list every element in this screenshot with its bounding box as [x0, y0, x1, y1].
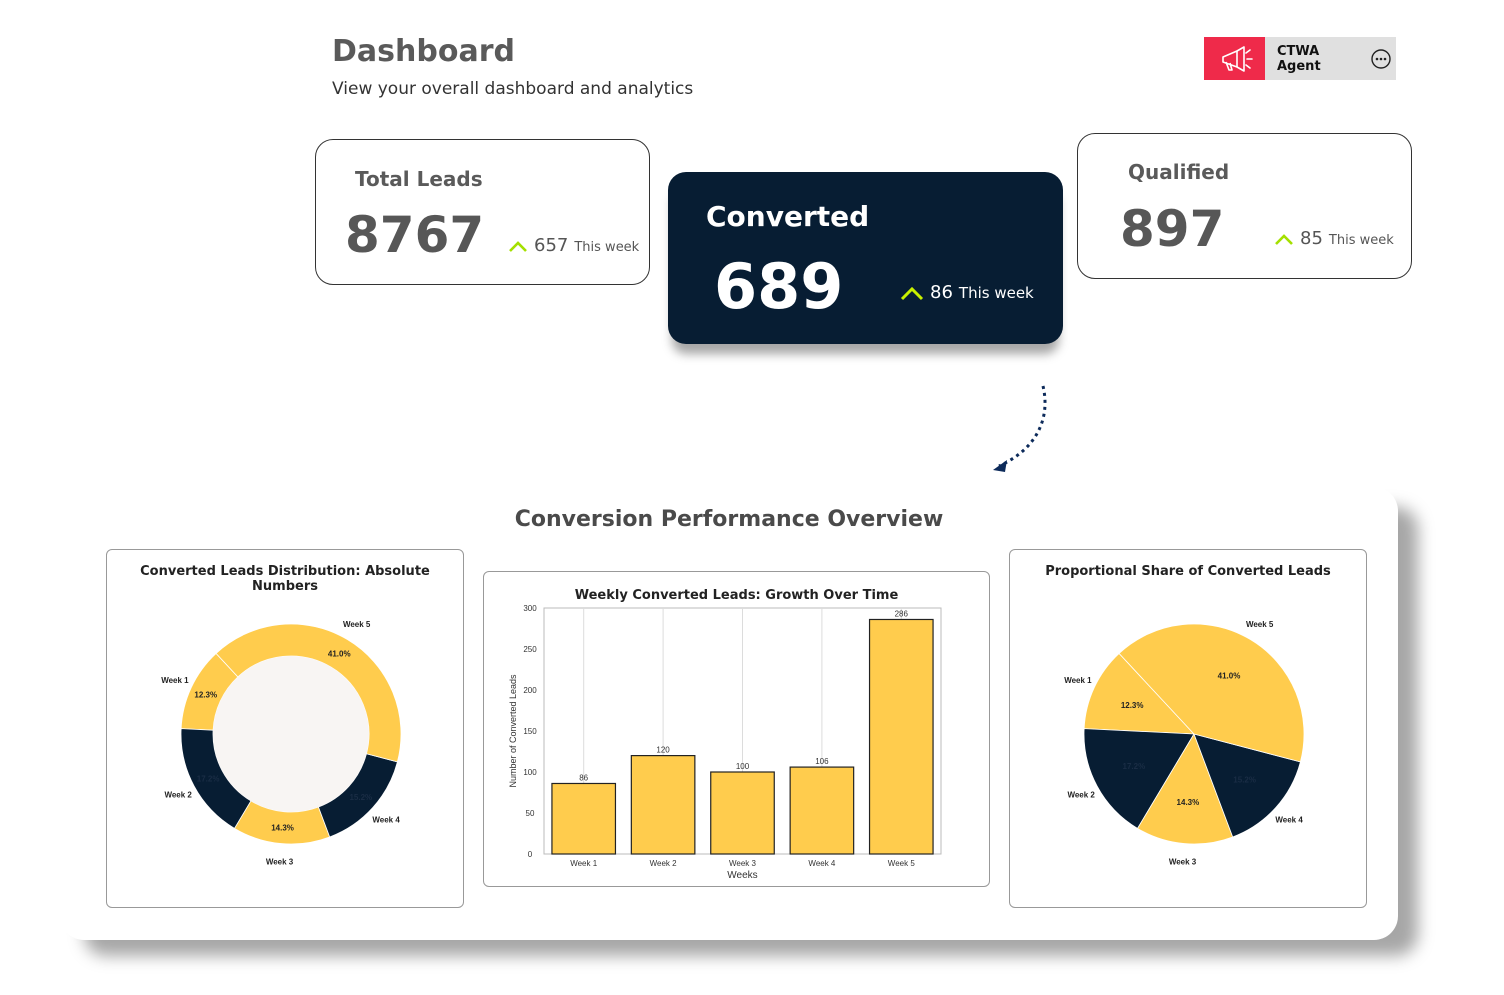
bar [868, 618, 934, 855]
slice-category-label: Week 3 [1169, 857, 1197, 866]
slice-percent-label: 17.2% [197, 774, 220, 783]
x-tick-label: Week 5 [888, 859, 916, 868]
kpi-title: Qualified [1128, 160, 1230, 184]
slice-category-label: Week 5 [1246, 620, 1274, 629]
kpi-delta-value: 86 [930, 282, 953, 303]
kpi-delta-period: This week [1328, 233, 1394, 248]
bar-value-label: 286 [895, 609, 909, 618]
y-axis-label: Number of Converted Leads [508, 674, 518, 788]
slice-percent-label: 12.3% [1121, 701, 1144, 710]
bar-value-label: 100 [736, 762, 750, 771]
kpi-delta-period: This week [574, 240, 640, 255]
conversion-overview-card: Conversion Performance Overview Converte… [60, 487, 1398, 940]
kpi-card-total-leads[interactable]: Total Leads 8767 657 This week [315, 139, 650, 285]
y-tick-label: 200 [523, 686, 537, 695]
slice-category-label: Week 1 [161, 676, 189, 685]
kpi-delta: 657 This week [508, 235, 639, 256]
bar-chart-panel: Weekly Converted Leads: Growth Over Time… [483, 571, 990, 887]
slice-percent-label: 14.3% [1177, 798, 1200, 807]
overview-title: Conversion Performance Overview [514, 507, 944, 532]
kpi-delta: 86 This week [900, 282, 1034, 303]
y-tick-label: 150 [523, 727, 537, 736]
page-title: Dashboard [332, 34, 515, 69]
x-tick-label: Week 1 [570, 859, 598, 868]
kpi-title: Converted [706, 200, 870, 233]
pie-chart-panel: Proportional Share of Converted Leads 12… [1009, 549, 1367, 908]
y-tick-label: 250 [523, 645, 537, 654]
agent-name: CTWA Agent [1277, 43, 1321, 74]
bar-value-label: 106 [815, 757, 829, 766]
y-tick-label: 100 [523, 768, 537, 777]
bar-chart: 0 50 100 150 200 250 300 86 Week 1 120 Week 2 100 We… [508, 604, 942, 881]
slice-category-label: Week 4 [372, 816, 400, 825]
donut-hole [213, 656, 369, 812]
bar [789, 766, 855, 855]
slice-category-label: Week 2 [1067, 790, 1095, 799]
y-tick-label: 300 [523, 604, 537, 613]
slice-percent-label: 41.0% [1218, 671, 1241, 680]
bar [710, 771, 775, 855]
curved-arrow-icon [993, 385, 1047, 472]
trend-up-icon [509, 240, 527, 252]
slice-category-label: Week 4 [1275, 816, 1303, 825]
donut-chart: 12.3% Week 1 17.2% Week 2 14.3% Week 3 15.2% We… [161, 620, 402, 866]
agent-selector[interactable]: CTWA Agent [1204, 37, 1396, 80]
bar [630, 755, 696, 855]
kpi-value: 689 [714, 250, 844, 323]
page-subtitle: View your overall dashboard and analytic… [332, 79, 694, 99]
y-tick-label: 0 [528, 850, 533, 859]
megaphone-icon [1204, 37, 1265, 80]
x-tick-label: Week 3 [729, 859, 757, 868]
y-tick-label: 50 [526, 809, 535, 818]
x-tick-label: Week 4 [808, 859, 836, 868]
kpi-delta-value: 85 [1300, 228, 1323, 249]
kpi-card-converted[interactable]: Converted 689 86 This week [668, 172, 1063, 344]
more-icon[interactable] [1366, 37, 1396, 80]
donut-chart-panel: Converted Leads Distribution: Absolute N… [106, 549, 464, 908]
slice-category-label: Week 1 [1064, 676, 1092, 685]
x-tick-label: Week 2 [650, 859, 678, 868]
slice-percent-label: 14.3% [271, 824, 294, 833]
kpi-delta-period: This week [958, 284, 1034, 302]
slice-percent-label: 15.2% [349, 793, 372, 802]
slice-percent-label: 17.2% [1123, 762, 1146, 771]
kpi-delta: 85 This week [1274, 228, 1394, 249]
slice-category-label: Week 5 [343, 620, 371, 629]
kpi-value: 897 [1120, 200, 1225, 258]
pie-chart: 12.3% Week 1 17.2% Week 2 14.3% Week 3 15.2% We… [1064, 620, 1305, 866]
slice-category-label: Week 2 [164, 790, 192, 799]
x-axis-label: Weeks [727, 870, 757, 881]
kpi-title: Total Leads [355, 167, 483, 191]
kpi-delta-value: 657 [534, 235, 569, 256]
bar-value-label: 120 [656, 746, 670, 755]
kpi-card-qualified[interactable]: Qualified 897 85 This week [1077, 133, 1412, 279]
bar-value-label: 86 [579, 773, 588, 782]
slice-percent-label: 41.0% [328, 649, 351, 658]
kpi-value: 8767 [345, 206, 485, 264]
slice-category-label: Week 3 [266, 857, 294, 866]
bar [551, 782, 617, 855]
slice-percent-label: 12.3% [194, 690, 217, 699]
trend-up-icon [1275, 233, 1293, 245]
trend-up-icon [900, 286, 924, 300]
slice-percent-label: 15.2% [1233, 776, 1256, 785]
